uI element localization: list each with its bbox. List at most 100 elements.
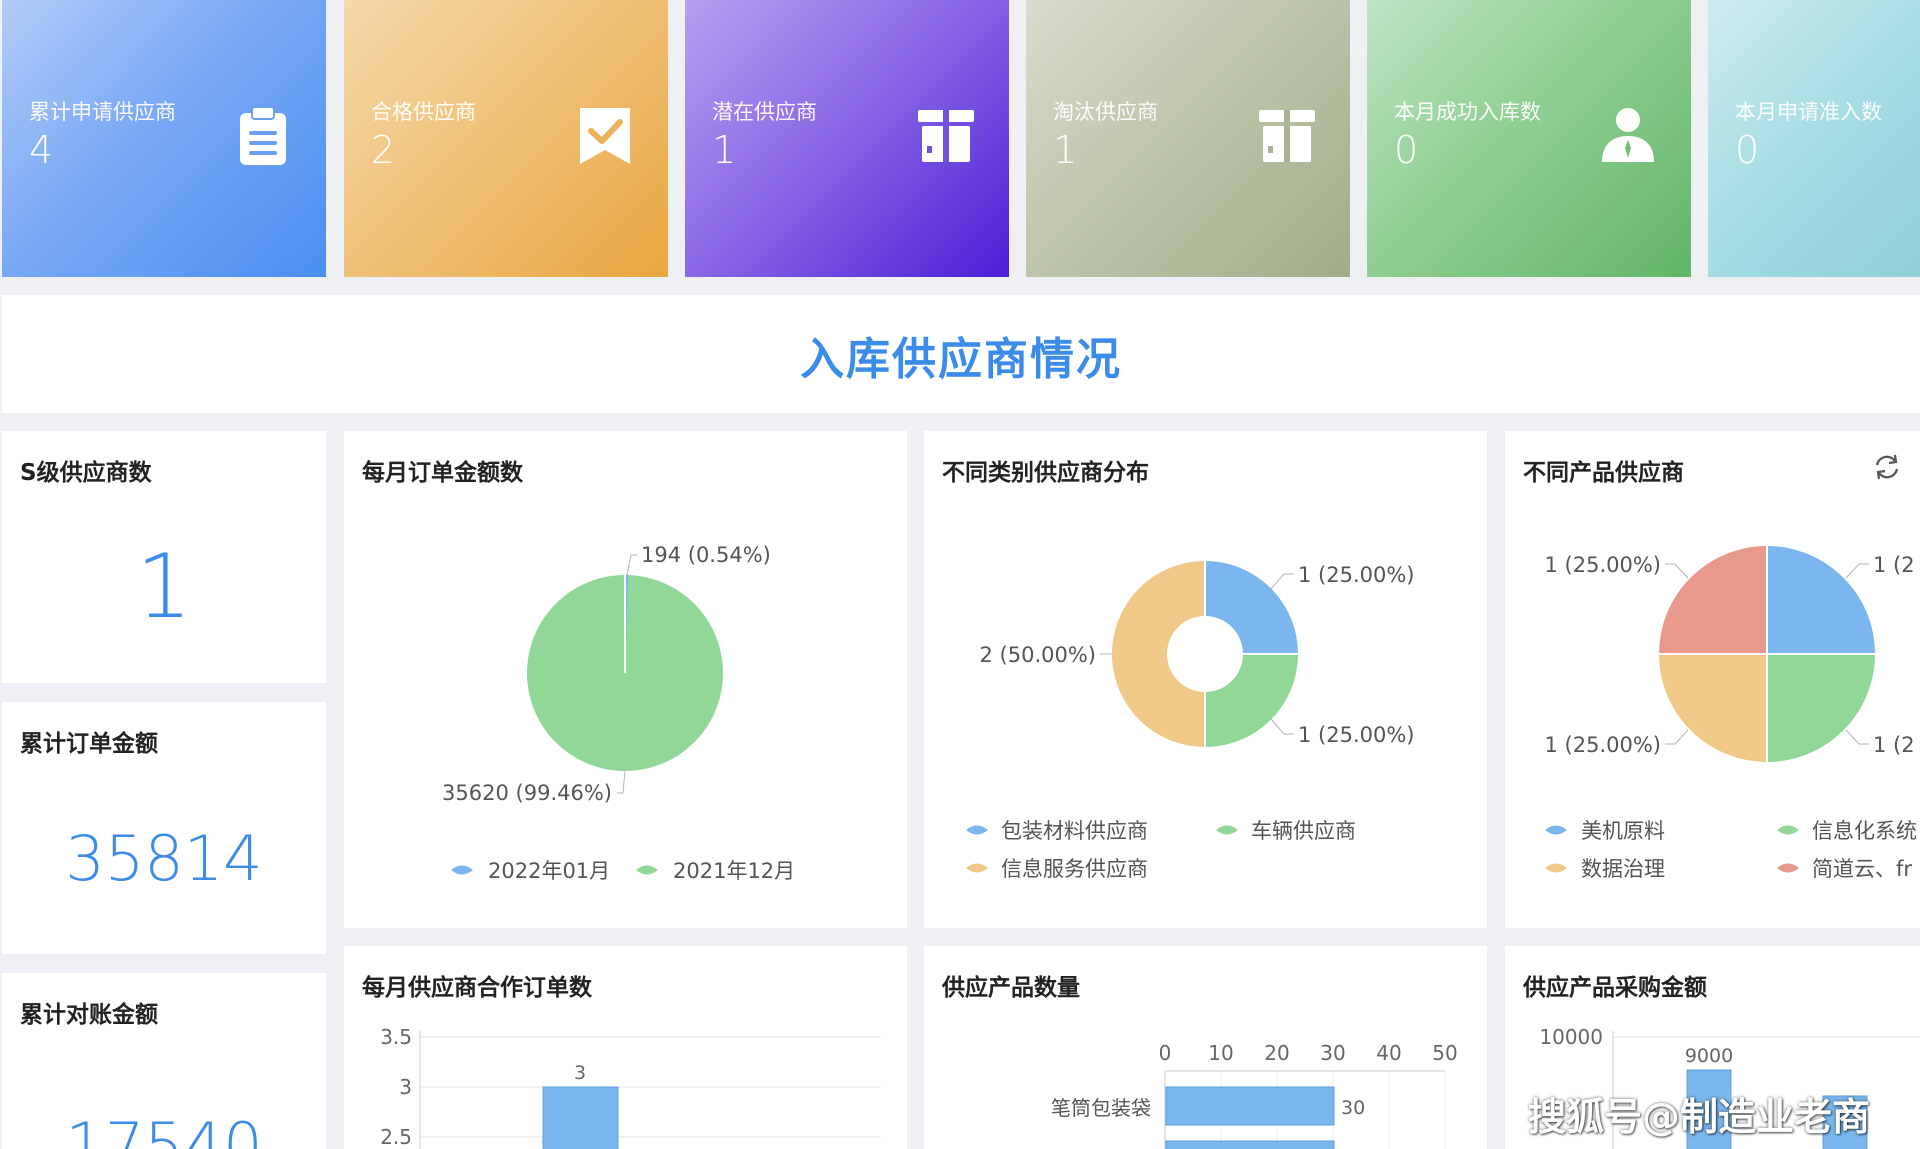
stat-value: 1 (712, 128, 737, 172)
bar[interactable] (542, 1086, 619, 1149)
legend-marker (1216, 825, 1238, 835)
legend-item[interactable]: 数据治理 (1581, 857, 1665, 881)
user-icon (1602, 108, 1654, 162)
x-axis-ticks: 0 10 20 30 40 50 (1159, 1041, 1458, 1065)
legend-marker (1777, 825, 1799, 835)
clipboard-icon (240, 106, 286, 165)
legend-item[interactable]: 信息化系统 (1812, 819, 1917, 843)
metric-value: 17540 (65, 1109, 263, 1149)
bar-value-label: 3 (574, 1062, 586, 1084)
y-tick: 10000 (1539, 1025, 1603, 1049)
panel-recon-total: 累计对账金额 17540 (2, 973, 326, 1149)
legend-item[interactable]: 简道云、fr (1812, 857, 1912, 881)
donut-label-info-service: 2 (50.00%) (980, 643, 1097, 667)
bar-value-label: 9000 (1685, 1045, 1733, 1067)
label-line (1845, 563, 1869, 579)
stat-card-eliminated[interactable]: 淘汰供应商 1 (1026, 0, 1350, 277)
legend-item[interactable]: 信息服务供应商 (1001, 857, 1148, 881)
panel-category-dist: 不同类别供应商分布 1 (25.00%) 1 (25.00%) 2 (50.00… (924, 431, 1487, 928)
pie-slice-infosys[interactable] (1767, 654, 1875, 762)
y-tick: 3 (399, 1075, 412, 1099)
pie-slice-jiandaoyun[interactable] (1659, 546, 1767, 654)
legend-item[interactable]: 2021年12月 (673, 859, 795, 883)
stat-label: 累计申请供应商 (29, 100, 176, 124)
x-tick: 30 (1320, 1041, 1345, 1065)
metric-value: 35814 (65, 822, 263, 895)
stat-value: 2 (371, 128, 396, 172)
pie-slice-data-gov[interactable] (1659, 654, 1767, 762)
panel-product-qty: 供应产品数量 0 10 20 30 40 50 笔筒包装袋 30 (924, 946, 1487, 1149)
pie-label-small: 194 (0.54%) (641, 543, 771, 567)
stat-label: 本月申请准入数 (1735, 100, 1882, 124)
pie-slice-meiji[interactable] (1767, 546, 1875, 654)
x-tick: 20 (1264, 1041, 1289, 1065)
label-line (1270, 718, 1294, 735)
pie-label-bottom-right: 1 (2 (1873, 733, 1915, 757)
legend-item[interactable]: 车辆供应商 (1251, 819, 1356, 843)
stat-value: 4 (29, 128, 54, 172)
label-line (617, 770, 626, 794)
donut-slice-vehicle[interactable] (1205, 654, 1298, 747)
donut-slice-packaging[interactable] (1205, 561, 1298, 654)
gift-icon (1259, 110, 1315, 162)
legend-marker (1545, 825, 1567, 835)
label-line (1665, 729, 1689, 745)
label-line (1665, 563, 1689, 579)
legend-item[interactable]: 美机原料 (1581, 819, 1665, 843)
stat-value: 1 (1053, 128, 1078, 172)
stat-card-monthly-applied[interactable]: 本月申请准入数 0 (1708, 0, 1920, 277)
stat-value: 0 (1735, 128, 1760, 172)
legend-marker (966, 863, 988, 873)
pie-chart-product-suppliers: 1 (25.00%) 1 (25.00%) 1 (2 1 (2 美机原料 信息化… (1545, 454, 1917, 881)
stat-card-applied[interactable]: 累计申请供应商 4 (2, 0, 326, 277)
stat-card-qualified[interactable]: 合格供应商 2 (344, 0, 668, 277)
x-tick: 50 (1432, 1041, 1457, 1065)
legend-marker (451, 865, 473, 875)
donut-label-packaging: 1 (25.00%) (1298, 563, 1415, 587)
panel-title: S级供应商数 (20, 460, 152, 486)
legend-marker (1545, 863, 1567, 873)
bar-value-label: 30 (1341, 1097, 1365, 1119)
label-line (1270, 573, 1294, 590)
x-tick: 40 (1376, 1041, 1401, 1065)
x-tick: 0 (1159, 1041, 1172, 1065)
pie-label-top-left: 1 (25.00%) (1545, 553, 1662, 577)
y-tick: 2.5 (380, 1125, 412, 1149)
stat-card-monthly-success[interactable]: 本月成功入库数 0 (1367, 0, 1691, 277)
check-badge-icon (580, 108, 630, 164)
panel-monthly-amount: 每月订单金额数 194 (0.54%) 35620 (99.46%) 2022年… (344, 431, 907, 928)
gift-icon (918, 110, 974, 162)
stat-label: 淘汰供应商 (1053, 100, 1158, 124)
panel-product-suppliers: 不同产品供应商 1 (25.00%) 1 (25.00%) 1 (2 1 (2 … (1505, 431, 1920, 928)
stat-label: 本月成功入库数 (1394, 100, 1541, 124)
bar[interactable] (1165, 1086, 1335, 1126)
metric-value: 1 (136, 535, 192, 638)
label-line (1845, 729, 1869, 745)
legend-marker (966, 825, 988, 835)
donut-slice-info-service[interactable] (1112, 561, 1205, 747)
stat-label: 合格供应商 (371, 100, 476, 124)
panel-title: 累计订单金额 (20, 731, 158, 757)
pie-label-top-right: 1 (2 (1873, 553, 1915, 577)
stat-label: 潜在供应商 (712, 100, 817, 124)
panel-monthly-orders: 每月供应商合作订单数 3.5 3 2.5 3 (344, 946, 907, 1149)
panel-title: 累计对账金额 (20, 1002, 158, 1028)
legend-item[interactable]: 包装材料供应商 (1001, 819, 1148, 843)
stat-card-potential[interactable]: 潜在供应商 1 (685, 0, 1009, 277)
y-tick: 3.5 (380, 1025, 412, 1049)
refresh-icon[interactable] (1875, 454, 1899, 480)
x-tick: 10 (1208, 1041, 1233, 1065)
panel-s-level: S级供应商数 1 (2, 431, 326, 683)
section-title: 入库供应商情况 (800, 334, 1122, 385)
legend-item[interactable]: 2022年01月 (488, 859, 610, 883)
bar-chart-monthly-orders: 3.5 3 2.5 3 (380, 1025, 881, 1149)
legend-marker (636, 865, 658, 875)
legend-marker (1777, 863, 1799, 873)
stat-value: 0 (1394, 128, 1419, 172)
pie-label-big: 35620 (99.46%) (442, 781, 612, 805)
pie-chart-monthly-amount: 194 (0.54%) 35620 (99.46%) 2022年01月 2021… (442, 543, 795, 883)
pie-label-bottom-left: 1 (25.00%) (1545, 733, 1662, 757)
label-line (626, 554, 637, 576)
donut-chart-category: 1 (25.00%) 1 (25.00%) 2 (50.00%) 包装材料供应商… (966, 561, 1415, 881)
watermark: 搜狐号@制造业老商 (1528, 1095, 1871, 1139)
